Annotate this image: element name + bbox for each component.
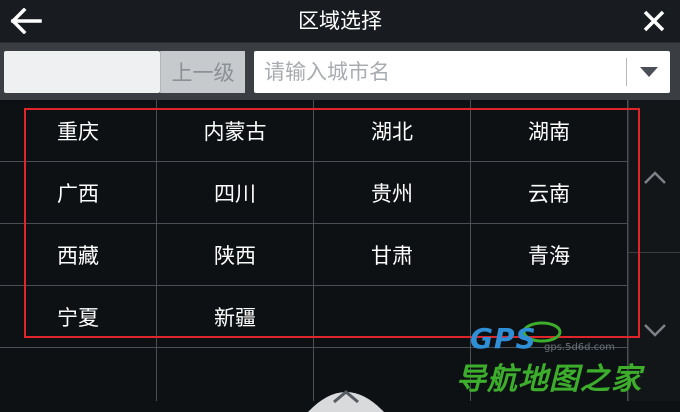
current-region-field[interactable] [4, 51, 160, 93]
chevron-up-icon [644, 171, 666, 184]
region-item[interactable]: 陕西 [157, 224, 313, 286]
region-item[interactable]: 重庆 [0, 100, 156, 162]
region-item[interactable]: 宁夏 [0, 286, 156, 348]
bottom-panel-handle[interactable] [296, 372, 396, 412]
scroll-up-button[interactable] [629, 148, 680, 208]
region-item[interactable]: 西藏 [0, 224, 156, 286]
region-item[interactable]: 湖北 [314, 100, 470, 162]
up-level-button[interactable]: 上一级 [160, 51, 245, 93]
region-item[interactable]: 云南 [471, 162, 627, 224]
region-item[interactable]: 青海 [471, 224, 627, 286]
watermark-url: gps.5d6d.com [544, 342, 616, 353]
region-item[interactable]: 四川 [157, 162, 313, 224]
title-bar: 区域选择 [0, 0, 680, 43]
region-item[interactable]: 广西 [0, 162, 156, 224]
region-item[interactable]: 湖南 [471, 100, 627, 162]
watermark-brand: 导航地图之家 [456, 362, 642, 397]
dropdown-button[interactable] [628, 51, 670, 93]
search-row: 上一级 [0, 43, 680, 100]
close-button[interactable] [632, 2, 676, 40]
region-item[interactable]: 甘肃 [314, 224, 470, 286]
region-item[interactable]: 贵州 [314, 162, 470, 224]
watermark-logo-text: GPS [470, 322, 537, 355]
caret-down-icon [640, 67, 658, 77]
region-item[interactable]: 新疆 [157, 286, 313, 348]
region-item[interactable]: 内蒙古 [157, 100, 313, 162]
city-search-input[interactable] [254, 51, 622, 93]
close-icon [643, 10, 665, 32]
dropdown-divider [626, 58, 627, 86]
city-search-box [254, 51, 670, 93]
scroll-track-divider [629, 252, 680, 253]
page-title: 区域选择 [298, 9, 382, 33]
watermark: GPS gps.5d6d.com 导航地图之家 [452, 320, 676, 397]
